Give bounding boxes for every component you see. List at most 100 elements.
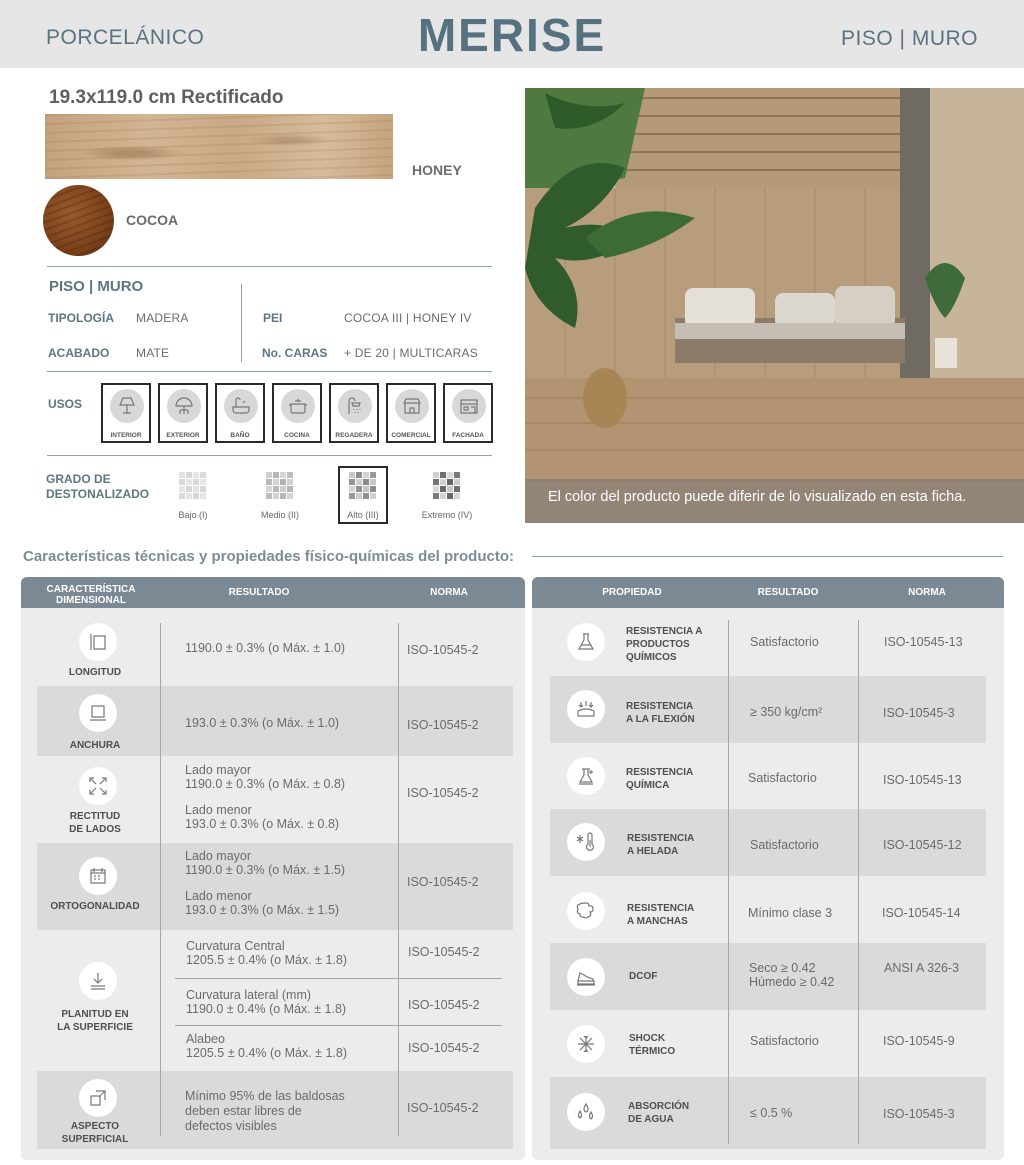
property-result: Satisfactorio xyxy=(748,771,817,785)
header-propiedad: PROPIEDAD xyxy=(602,587,662,598)
usos-label: USOS xyxy=(48,397,83,411)
flexion-icon xyxy=(567,690,605,728)
mosaic-low-icon xyxy=(179,472,206,499)
property-label: DCOF xyxy=(629,971,658,982)
length-icon xyxy=(79,623,117,661)
resize-arrow-icon xyxy=(79,1079,117,1117)
thermal-shock-icon xyxy=(567,1025,605,1063)
terrace-ambient-photo: El color del producto puede diferir de l… xyxy=(525,88,1024,523)
width-icon xyxy=(79,694,117,732)
property-norm: ISO-10545-14 xyxy=(882,906,961,920)
row-label: ANCHURA xyxy=(69,740,121,751)
pei-label: PEI xyxy=(263,311,283,325)
header-norma: NORMA xyxy=(908,587,946,598)
grado-label-medio: Medio (II) xyxy=(260,510,299,520)
divider xyxy=(47,266,492,267)
product-size: 19.3x119.0 cm Rectificado xyxy=(49,87,284,108)
row-result: Curvatura lateral (mm) 1190.0 ± 0.4% (o … xyxy=(186,988,347,1016)
row-label: ORTOGONALIDAD xyxy=(50,901,140,912)
row-result: Alabeo 1205.5 ± 0.4% (o Máx. ± 1.8) xyxy=(186,1032,348,1060)
grado-medio: Medio (II) xyxy=(255,466,305,524)
mosaic-extreme-icon xyxy=(433,472,460,499)
grado-bajo: Bajo (I) xyxy=(168,466,218,524)
property-label: SHOCK TÉRMICO xyxy=(629,1033,676,1057)
row-norm: ISO-10545-2 xyxy=(407,1101,479,1115)
property-result: ≥ 350 kg/cm² xyxy=(750,705,823,719)
column-divider xyxy=(398,623,399,1136)
property-result: ≤ 0.5 % xyxy=(750,1106,793,1120)
row-result: Lado mayor 1190.0 ± 0.3% (o Máx. ± 1.5) … xyxy=(185,849,346,917)
uso-regadera: REGADERA xyxy=(329,383,379,443)
header-resultado: RESULTADO xyxy=(228,587,290,598)
shower-icon xyxy=(348,397,361,414)
property-norm: ANSI A 326-3 xyxy=(884,961,960,975)
cocoa-swatch-image xyxy=(43,185,114,256)
mosaic-high-icon xyxy=(349,472,376,499)
building-facade-icon xyxy=(460,399,478,414)
property-norm: ISO-10545-3 xyxy=(883,706,955,720)
umbrella-icon xyxy=(175,397,193,414)
expand-corners-icon xyxy=(79,767,117,805)
acabado-value: MATE xyxy=(136,346,170,360)
tipologia-label: TIPOLOGÍA xyxy=(48,311,114,325)
row-label: LONGITUD xyxy=(68,667,122,678)
calendar-grid-icon xyxy=(79,857,117,895)
property-norm: ISO-10545-13 xyxy=(884,635,963,649)
uso-label: INTERIOR xyxy=(110,432,142,439)
lamp-icon xyxy=(119,397,135,414)
grado-label-extremo: Extremo (IV) xyxy=(421,510,473,520)
flask-icon xyxy=(567,623,605,661)
uso-bano: BAÑO xyxy=(215,383,265,443)
specs-divider xyxy=(241,284,242,362)
characteristics-title: Características técnicas y propiedades f… xyxy=(23,548,514,565)
uso-label: COMERCIAL xyxy=(391,432,431,439)
property-norm: ISO-10545-3 xyxy=(883,1107,955,1121)
row-result: Lado mayor 1190.0 ± 0.3% (o Máx. ± 0.8) … xyxy=(185,763,346,831)
property-label: RESISTENCIA A MANCHAS xyxy=(627,903,695,927)
property-label: RESISTENCIA A HELADA xyxy=(627,833,695,857)
uso-label: FACHADA xyxy=(452,432,484,439)
acabado-label: ACABADO xyxy=(48,346,110,360)
uso-comercial: COMERCIAL xyxy=(386,383,436,443)
properties-table-header: PROPIEDAD RESULTADO NORMA xyxy=(532,577,1004,608)
cocoa-color-label: COCOA xyxy=(126,212,179,228)
header-caracteristica: CARACTERÍSTICA DIMENSIONAL xyxy=(46,584,136,606)
column-divider xyxy=(160,623,161,1136)
property-label: ABSORCIÓN DE AGUA xyxy=(628,1101,690,1125)
property-label: RESISTENCIA A LA FLEXIÓN xyxy=(626,701,695,725)
row-norm: ISO-10545-2 xyxy=(407,643,479,657)
photo-disclaimer: El color del producto puede diferir de l… xyxy=(525,479,1024,523)
honey-tile-image xyxy=(45,114,393,179)
row-norm: ISO-10545-2 xyxy=(407,718,479,732)
grado-extremo: Extremo (IV) xyxy=(422,466,472,524)
dimensional-table-header: CARACTERÍSTICA DIMENSIONAL RESULTADO NOR… xyxy=(21,577,525,608)
row-label: PLANITUD EN LA SUPERFICIE xyxy=(57,1009,133,1033)
pei-value: COCOA III | HONEY IV xyxy=(344,311,472,325)
property-label: RESISTENCIA A PRODUCTOS QUÍMICOS xyxy=(626,626,703,663)
chemistry-icon xyxy=(567,757,605,795)
row-norm: ISO-10545-2 xyxy=(408,945,480,959)
row-result: Mínimo 95% de las baldosas deben estar l… xyxy=(185,1089,345,1133)
row-result: Curvatura Central 1205.5 ± 0.4% (o Máx. … xyxy=(186,939,348,967)
row-result: 193.0 ± 0.3% (o Máx. ± 1.0) xyxy=(185,716,340,730)
uso-exterior: EXTERIOR xyxy=(158,383,208,443)
column-divider xyxy=(728,620,729,1144)
uso-fachada: FACHADA xyxy=(443,383,493,443)
property-result: Satisfactorio xyxy=(750,1034,819,1048)
mosaic-medium-icon xyxy=(266,472,293,499)
uso-interior: INTERIOR xyxy=(101,383,151,443)
grado-label-bajo: Bajo (I) xyxy=(178,510,208,520)
row-norm: ISO-10545-2 xyxy=(407,875,479,889)
property-result: Satisfactorio xyxy=(750,838,819,852)
property-norm: ISO-10545-9 xyxy=(883,1034,955,1048)
grado-label-alto: Alto (III) xyxy=(347,510,379,520)
property-result: Satisfactorio xyxy=(750,635,819,649)
honey-color-label: HONEY xyxy=(412,162,462,178)
property-result: Mínimo clase 3 xyxy=(748,906,833,920)
divider xyxy=(175,978,502,979)
water-drops-icon xyxy=(567,1093,605,1131)
shoe-icon xyxy=(567,958,605,996)
divider xyxy=(532,556,1003,557)
uso-label: BAÑO xyxy=(230,432,250,439)
property-label: RESISTENCIA QUÍMICA xyxy=(626,767,694,791)
